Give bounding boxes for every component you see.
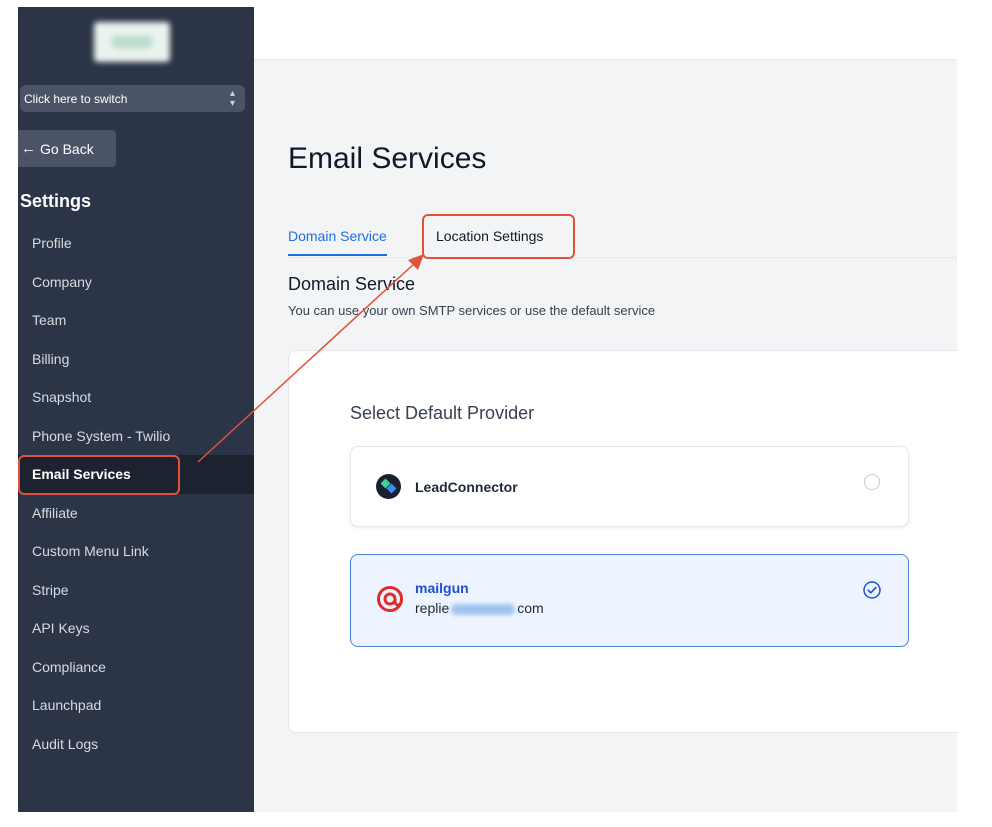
sidebar-item-audit-logs[interactable]: Audit Logs (18, 725, 254, 764)
check-circle-icon[interactable] (863, 581, 881, 599)
sidebar-item-launchpad[interactable]: Launchpad (18, 686, 254, 725)
settings-heading: Settings (20, 191, 92, 211)
section-description: You can use your own SMTP services or us… (288, 303, 656, 318)
sidebar: Click here to switch ▴ ▾ ← Go Back Settin… (18, 7, 254, 812)
provider-name: mailgun (415, 580, 469, 596)
chevron-up-down-icon: ▴ ▾ (229, 87, 235, 109)
sidebar-item-phone-system[interactable]: Phone System - Twilio (18, 417, 254, 456)
radio-empty-icon[interactable] (864, 474, 880, 490)
provider-option-leadconnector[interactable]: LeadConnector (350, 446, 909, 527)
leadconnector-logo-icon (376, 474, 401, 499)
account-switcher[interactable]: Click here to switch ▴ ▾ (20, 85, 245, 112)
provider-email: replie com (415, 600, 544, 616)
account-switcher-label: Click here to switch (24, 91, 128, 106)
go-back-button[interactable]: ← Go Back (18, 130, 116, 167)
provider-email-prefix: replie (415, 600, 450, 616)
sidebar-item-snapshot[interactable]: Snapshot (18, 378, 254, 417)
tab-domain-service[interactable]: Domain Service (288, 228, 387, 256)
company-logo (94, 22, 170, 62)
sidebar-item-compliance[interactable]: Compliance (18, 648, 254, 687)
sidebar-item-api-keys[interactable]: API Keys (18, 609, 254, 648)
arrow-left-icon: ← (21, 140, 36, 157)
redacted-text (451, 603, 516, 615)
sidebar-item-stripe[interactable]: Stripe (18, 571, 254, 610)
provider-option-mailgun[interactable]: mailgun replie com (350, 554, 909, 647)
tab-bar: Domain Service Location Settings (288, 220, 957, 258)
sidebar-item-company[interactable]: Company (18, 263, 254, 302)
annotation-highlight-tab (422, 214, 575, 259)
mailgun-logo-icon (377, 586, 403, 612)
sidebar-item-affiliate[interactable]: Affiliate (18, 494, 254, 533)
go-back-label: Go Back (40, 140, 94, 157)
page-title: Email Services (288, 142, 487, 175)
top-bar (254, 7, 957, 60)
provider-card: Select Default Provider LeadConnector ma… (288, 350, 958, 733)
provider-name: LeadConnector (415, 479, 518, 495)
sidebar-item-profile[interactable]: Profile (18, 224, 254, 263)
sidebar-item-billing[interactable]: Billing (18, 340, 254, 379)
sidebar-item-custom-menu-link[interactable]: Custom Menu Link (18, 532, 254, 571)
provider-email-suffix: com (517, 600, 544, 616)
annotation-highlight-nav (18, 455, 180, 495)
main-content: Email Services Domain Service Location S… (254, 60, 958, 812)
section-title: Domain Service (288, 274, 416, 294)
provider-card-title: Select Default Provider (350, 403, 535, 423)
sidebar-item-team[interactable]: Team (18, 301, 254, 340)
